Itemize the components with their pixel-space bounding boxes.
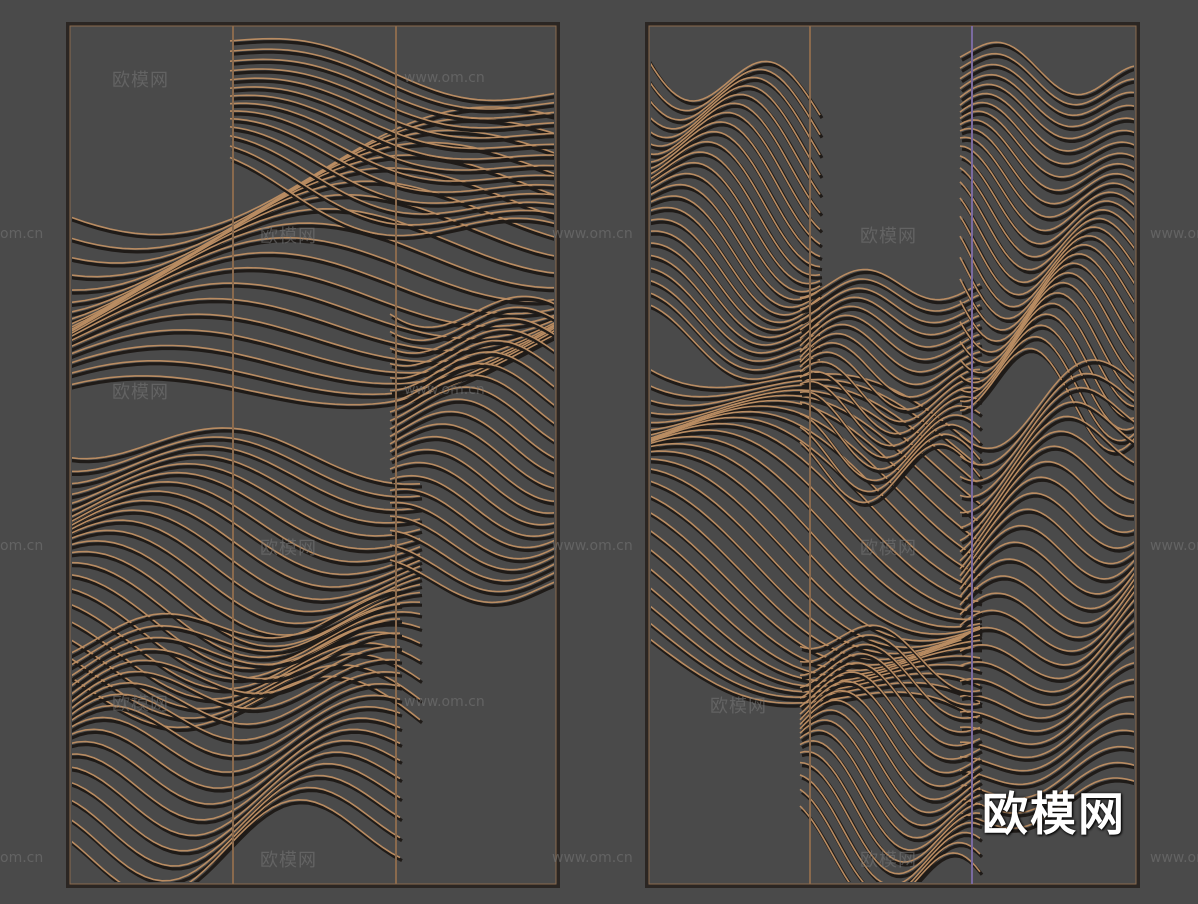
right-wave-left-upper-2-shadow [651,78,824,159]
right-wave-center-0 [799,268,981,301]
right-wave-middle-15-shadow [651,469,983,652]
right-wave-right-upper-8 [959,119,1134,192]
right-wave-right-lower-26 [959,729,1134,786]
left-wave-lower-14 [72,762,401,852]
right-screen-panel [645,22,1140,888]
screen-panels-render [66,22,1140,888]
left-screen-panel [66,22,560,888]
left-wave-middle-1-shadow [72,438,423,502]
